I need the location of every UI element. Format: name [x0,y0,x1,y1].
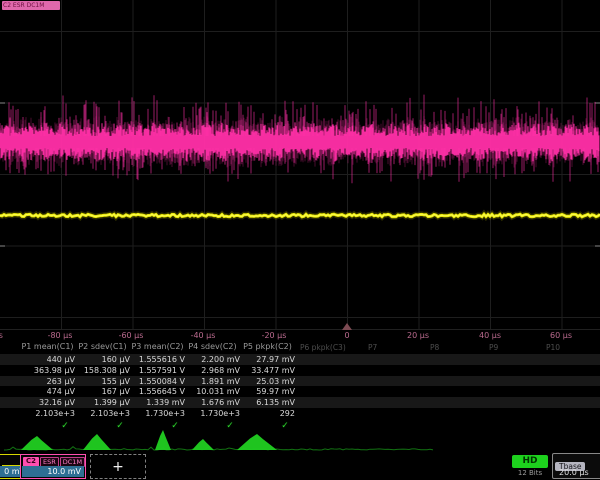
param-header-inactive[interactable]: P10 [546,343,560,352]
stat-value: 33.477 mV [240,366,295,375]
time-axis-label: 40 µs [479,331,501,340]
trigger-position-marker[interactable] [342,323,352,330]
stat-value: 27.97 mV [240,355,295,364]
time-axis: -100 µs -80 µs -60 µs -40 µs -20 µs 0 20 µs 40 … [0,330,600,342]
waveform-grid[interactable]: C2 ESR DC1M [0,0,600,330]
stat-value: 2.200 mV [185,355,240,364]
histicon-peak [83,434,111,450]
table-row: 440 µV160 µV1.555616 V2.200 mV27.97 mV [0,354,600,365]
table-row: 263 µV155 µV1.550084 V1.891 mV25.03 mV [0,376,600,387]
stat-value: 1.891 mV [185,377,240,386]
stat-value: 2.103e+3 [75,409,130,418]
time-axis-label: 60 µs [550,331,572,340]
time-axis-label: -100 µs [0,331,3,340]
trace-label-badge: C2 ESR DC1M [2,1,60,10]
stat-value: 32.16 µV [20,398,75,407]
time-axis-label: 0 [344,331,349,340]
param-header-inactive[interactable]: P7 [368,343,377,352]
stat-value: 1.557591 V [130,366,185,375]
table-row: 363.98 µV158.308 µV1.557591 V2.968 mV33.… [0,365,600,376]
c2-scale-value: 10.0 mV [22,466,84,477]
param-header[interactable]: P1 mean(C1) [20,342,75,351]
param-header-inactive[interactable]: P8 [430,343,439,352]
hd-mode-badge[interactable]: HD [512,455,548,468]
descriptor-bar: DC1M 0 mV C2 ESR DC1M 10.0 mV + HD 12 Bi… [0,452,600,480]
time-axis-label: 20 µs [407,331,429,340]
stat-value: 363.98 µV [20,366,75,375]
stat-value: 1.730e+3 [185,409,240,418]
timebase-descriptor[interactable]: Tbase 20.0 µs [552,453,600,479]
stat-value: 1.339 mV [130,398,185,407]
stat-value: 2.103e+3 [20,409,75,418]
hd-bits-label: 12 Bits [508,469,552,477]
stat-value: 474 µV [20,387,75,396]
param-header[interactable]: P5 pkpk(C2) [240,342,295,351]
parameter-histicons [0,426,600,452]
add-trace-button[interactable]: + [90,454,146,479]
waveform-traces [0,0,600,330]
stat-value: 155 µV [75,377,130,386]
measurement-table: P1 mean(C1)P2 sdev(C1)P3 mean(C2)P4 sdev… [0,342,600,438]
channel-c2-descriptor[interactable]: C2 ESR DC1M 10.0 mV [20,454,86,479]
time-axis-label: -40 µs [191,331,216,340]
stat-value: 158.308 µV [75,366,130,375]
stat-value: 1.730e+3 [130,409,185,418]
param-header-inactive[interactable]: P9 [489,343,498,352]
histicon-peak [192,439,214,450]
stat-value: 263 µV [20,377,75,386]
table-row: 2.103e+32.103e+31.730e+31.730e+3292 [0,408,600,419]
stat-value: 167 µV [75,387,130,396]
stat-value: 1.550084 V [130,377,185,386]
table-row: 474 µV167 µV1.556645 V10.031 mV59.97 mV [0,386,600,397]
timebase-value: 20.0 µs [559,468,589,477]
stat-value: 10.031 mV [185,387,240,396]
stat-value: 6.135 mV [240,398,295,407]
histicon-baseline [4,447,433,450]
histicon-peak [21,436,53,450]
stat-value: 59.97 mV [240,387,295,396]
time-axis-label: -20 µs [262,331,287,340]
stat-value: 1.556645 V [130,387,185,396]
stat-value: 2.968 mV [185,366,240,375]
stat-value: 292 [240,409,295,418]
time-axis-label: -60 µs [119,331,144,340]
param-header[interactable]: P2 sdev(C1) [75,342,130,351]
stat-value: 25.03 mV [240,377,295,386]
time-axis-label: -80 µs [48,331,73,340]
table-header-row: P1 mean(C1)P2 sdev(C1)P3 mean(C2)P4 sdev… [0,342,600,353]
param-header-inactive[interactable]: P6 pkpk(C3) [300,343,346,352]
stat-value: 1.399 µV [75,398,130,407]
oscilloscope-screen: C2 ESR DC1M -100 µs -80 µs -60 µs -40 µs -20… [0,0,600,480]
param-header[interactable]: P4 sdev(C2) [185,342,240,351]
param-header[interactable]: P3 mean(C2) [130,342,185,351]
stat-value: 1.676 mV [185,398,240,407]
plus-icon: + [112,459,124,475]
histicon-peak [237,434,277,450]
stat-value: 440 µV [20,355,75,364]
histicon-peak [155,430,171,450]
stat-value: 160 µV [75,355,130,364]
stat-value: 1.555616 V [130,355,185,364]
table-row: 32.16 µV1.399 µV1.339 mV1.676 mV6.135 mV [0,397,600,408]
